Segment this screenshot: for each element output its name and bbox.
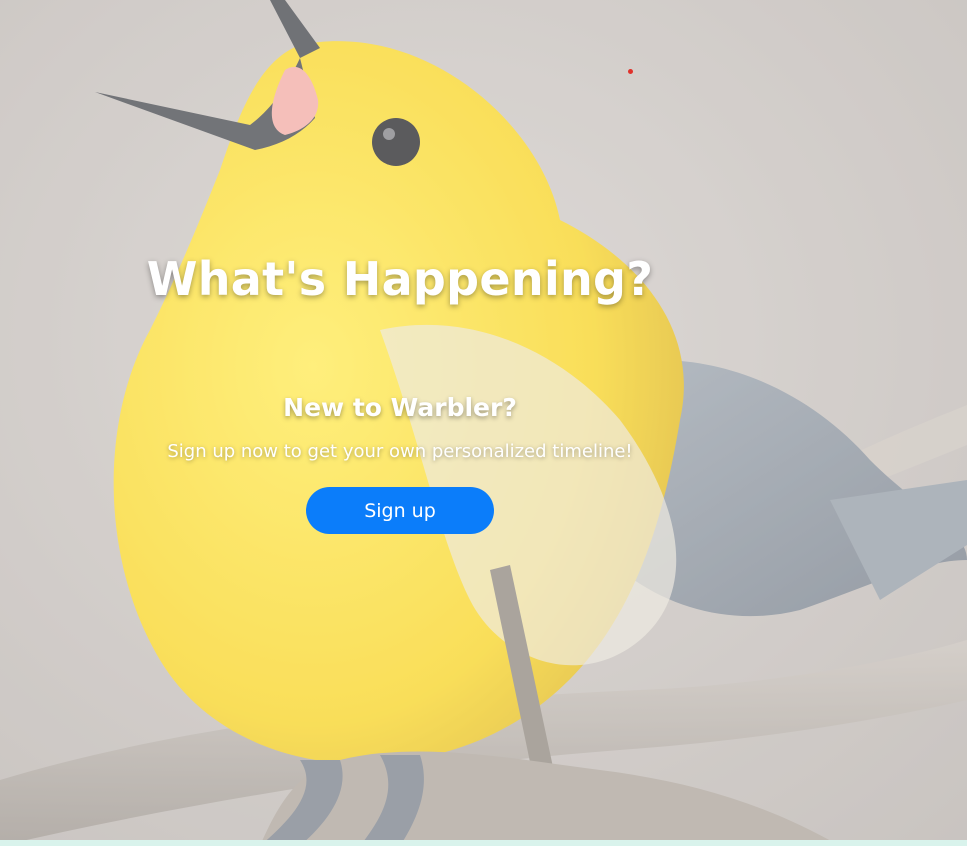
signup-tagline: Sign up now to get your own personalized…	[167, 441, 633, 462]
background-overlay	[0, 0, 967, 846]
signup-button[interactable]: Sign up	[306, 487, 494, 534]
red-dot-marker	[628, 69, 633, 74]
signup-heading: New to Warbler?	[283, 393, 517, 422]
landing-page: What's Happening? New to Warbler? Sign u…	[0, 0, 967, 846]
page-title: What's Happening?	[146, 252, 654, 306]
footer-strip	[0, 840, 967, 846]
